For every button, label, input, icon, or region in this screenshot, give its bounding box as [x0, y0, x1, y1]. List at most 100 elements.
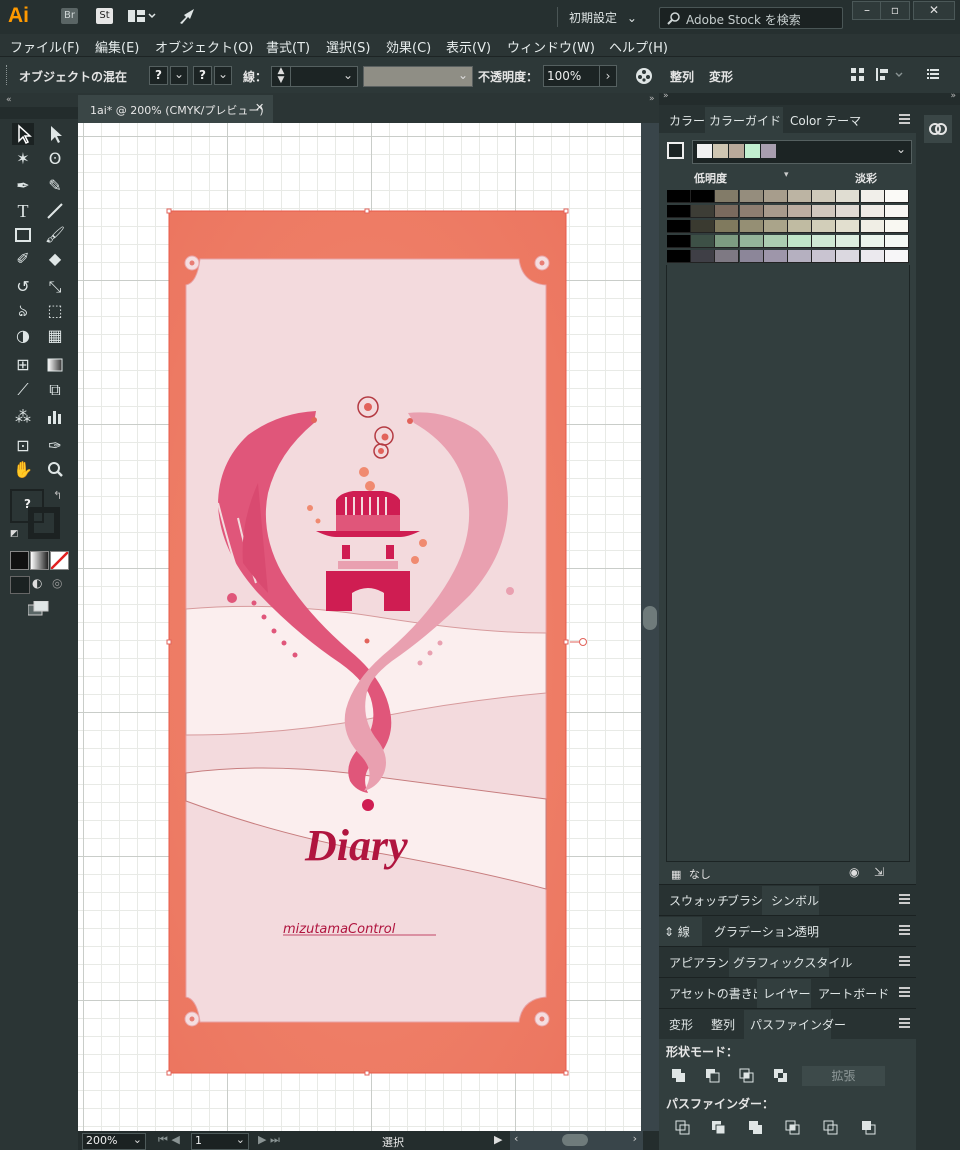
- guide-swatch[interactable]: [691, 250, 716, 263]
- panel-menu-icon[interactable]: [899, 925, 910, 935]
- isolate-icon[interactable]: [851, 68, 865, 85]
- tools-grip[interactable]: [0, 107, 78, 119]
- unite-icon[interactable]: [671, 1068, 687, 1087]
- guide-swatch[interactable]: [836, 220, 861, 233]
- panel-menu-icon[interactable]: [899, 1018, 910, 1028]
- variable-width-profile[interactable]: ⌄: [363, 66, 473, 87]
- stroke-dropdown[interactable]: ⌄: [214, 66, 232, 85]
- guide-swatch[interactable]: [691, 235, 716, 248]
- rotate-tool[interactable]: ↺: [12, 276, 34, 298]
- symbol-sprayer-tool[interactable]: ⁂: [12, 406, 34, 428]
- artboard[interactable]: Diary mizutamaControl: [78, 123, 641, 1131]
- guide-swatch[interactable]: [763, 220, 788, 233]
- color-guide-grid[interactable]: [667, 190, 909, 265]
- guide-swatch[interactable]: [860, 205, 885, 218]
- guide-swatch[interactable]: [860, 220, 885, 233]
- menu-file[interactable]: ファイル(F): [10, 37, 80, 56]
- tab-artboards[interactable]: アートボード: [818, 985, 889, 1002]
- panel-menu-icon[interactable]: [899, 987, 910, 997]
- canvas[interactable]: Diary mizutamaControl: [78, 123, 641, 1131]
- paintbrush-tool[interactable]: 🖌: [44, 224, 66, 246]
- tab-pathfinder[interactable]: パスファインダー: [744, 1010, 846, 1039]
- vertical-scrollbar[interactable]: [641, 123, 659, 1131]
- guide-swatch[interactable]: [691, 205, 716, 218]
- draw-behind-icon[interactable]: ◐: [32, 576, 48, 592]
- guide-swatch[interactable]: [739, 250, 764, 263]
- maximize-button[interactable]: ▫: [880, 1, 910, 20]
- stroke-proxy[interactable]: [28, 507, 60, 539]
- pen-tool[interactable]: ✒: [12, 175, 34, 197]
- tab-stroke[interactable]: ⇕ 線: [659, 917, 702, 946]
- stock-button[interactable]: St: [96, 8, 113, 24]
- status-menu-arrow[interactable]: ▶: [494, 1133, 502, 1146]
- shape-builder-tool[interactable]: ◑: [12, 325, 34, 347]
- free-transform-tool[interactable]: ⬚: [44, 300, 66, 322]
- trim-icon[interactable]: [711, 1120, 727, 1139]
- scale-tool[interactable]: ⤡: [44, 276, 66, 298]
- tab-symbols[interactable]: シンボル: [762, 886, 819, 915]
- slice-tool[interactable]: ✑: [44, 435, 66, 457]
- guide-swatch[interactable]: [788, 235, 812, 248]
- minus-front-icon[interactable]: [705, 1068, 721, 1087]
- edit-colors-icon[interactable]: ◉: [849, 865, 859, 879]
- harmony-swatch[interactable]: [745, 144, 760, 158]
- guide-swatch[interactable]: [860, 190, 885, 203]
- collapse-tools-icon[interactable]: «: [6, 95, 12, 105]
- guide-swatch[interactable]: [739, 220, 764, 233]
- guide-swatch[interactable]: [667, 220, 691, 233]
- blend-tool[interactable]: ⧉: [44, 379, 66, 401]
- gpu-performance-icon[interactable]: [178, 7, 198, 28]
- eraser-tool[interactable]: ◆: [44, 248, 66, 270]
- outline-icon[interactable]: [823, 1120, 839, 1139]
- type-tool[interactable]: T: [12, 200, 34, 222]
- artboard-tool[interactable]: ⊡: [12, 435, 34, 457]
- draw-normal-icon[interactable]: [10, 576, 30, 594]
- vertical-scroll-thumb[interactable]: [643, 606, 657, 630]
- line-segment-tool[interactable]: [44, 200, 66, 222]
- libraries-button[interactable]: [924, 115, 952, 143]
- harmony-swatch[interactable]: [697, 144, 712, 158]
- first-artboard-icon[interactable]: ⏮ ◀: [158, 1133, 180, 1147]
- tab-layers[interactable]: レイヤー: [757, 979, 811, 1008]
- rectangle-tool[interactable]: [12, 224, 34, 246]
- direct-selection-tool[interactable]: [44, 123, 66, 145]
- opacity-input[interactable]: 100%: [543, 65, 601, 87]
- swatch-group-icon[interactable]: ▦: [671, 868, 681, 881]
- guide-swatch[interactable]: [860, 250, 885, 263]
- guide-swatch[interactable]: [715, 205, 740, 218]
- guide-swatch[interactable]: [763, 250, 788, 263]
- guide-swatch[interactable]: [763, 190, 788, 203]
- document-tab[interactable]: 1ai* @ 200% (CMYK/プレビュー) ✕: [78, 95, 273, 123]
- perspective-grid-tool[interactable]: ▦: [44, 325, 66, 347]
- guide-swatch[interactable]: [788, 205, 812, 218]
- horizontal-scroll-thumb[interactable]: [562, 1134, 588, 1146]
- guide-swatch[interactable]: [836, 190, 861, 203]
- eyedropper-tool[interactable]: ⟋: [12, 379, 34, 401]
- guide-swatch[interactable]: [812, 220, 837, 233]
- guide-swatch[interactable]: [691, 190, 716, 203]
- gradient-tool[interactable]: [44, 354, 66, 376]
- minimize-button[interactable]: –: [852, 1, 882, 20]
- guide-swatch[interactable]: [715, 250, 740, 263]
- guide-swatch[interactable]: [667, 235, 691, 248]
- tab-transparency[interactable]: 透明: [795, 923, 819, 940]
- menu-edit[interactable]: 編集(E): [95, 37, 139, 56]
- guide-swatch[interactable]: [884, 190, 909, 203]
- guide-swatch[interactable]: [812, 205, 837, 218]
- mesh-tool[interactable]: ⊞: [12, 354, 34, 376]
- menu-object[interactable]: オブジェクト(O): [155, 37, 253, 56]
- zoom-dropdown[interactable]: 200% ⌄: [82, 1133, 146, 1150]
- adobe-stock-search[interactable]: Adobe Stock を検索: [659, 7, 843, 29]
- zoom-tool[interactable]: [44, 459, 66, 481]
- guide-swatch[interactable]: [788, 220, 812, 233]
- align-link[interactable]: 整列: [670, 68, 694, 85]
- selection-tool[interactable]: [12, 123, 34, 145]
- bridge-button[interactable]: Br: [61, 8, 78, 24]
- guide-swatch[interactable]: [715, 190, 740, 203]
- stroke-weight-input[interactable]: ⌄: [290, 66, 358, 87]
- recolor-artwork-icon[interactable]: [634, 66, 654, 89]
- guide-swatch[interactable]: [836, 250, 861, 263]
- guide-swatch[interactable]: [812, 250, 837, 263]
- guide-swatch[interactable]: [739, 205, 764, 218]
- transform-link[interactable]: 変形: [709, 68, 733, 85]
